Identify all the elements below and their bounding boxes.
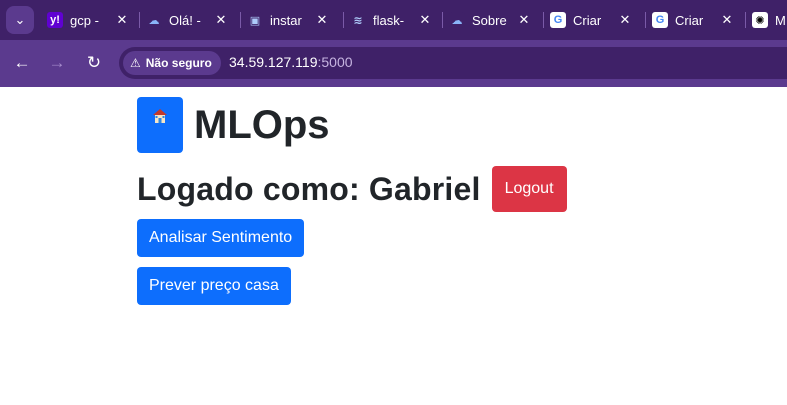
- browser-tab[interactable]: ✺ M: [752, 6, 787, 34]
- tab-title: instar: [270, 12, 302, 28]
- tab-separator: [745, 12, 746, 28]
- house-icon: [153, 109, 167, 123]
- google-icon: G: [652, 12, 668, 28]
- url-text[interactable]: 34.59.127.119:5000: [229, 54, 353, 70]
- url-port: :5000: [317, 54, 353, 70]
- tab-separator: [240, 12, 241, 28]
- yahoo-icon: y!: [47, 12, 63, 28]
- openai-icon: ✺: [752, 12, 768, 28]
- logout-button[interactable]: Logout: [491, 166, 567, 212]
- home-button[interactable]: [137, 97, 183, 153]
- forward-button[interactable]: →: [44, 50, 70, 76]
- tab-separator: [645, 12, 646, 28]
- logged-user-label: Logado como: Gabriel: [137, 170, 481, 207]
- user-status: Logado como: Gabriel Logout: [137, 166, 567, 212]
- tab-strip: ⌄ y! gcp - ✕ ☁ Olá! - ✕ ▣ instar ✕ ≋ flask- ✕ ☁ Sobre…: [0, 0, 787, 40]
- tab-title: Sobre: [472, 12, 507, 28]
- tab-separator: [543, 12, 544, 28]
- arrow-left-icon: ←: [13, 53, 31, 72]
- tab-title: Criar: [675, 12, 704, 28]
- layers-icon: ≋: [350, 12, 366, 28]
- browser-tab[interactable]: ☁ Sobre ✕: [449, 6, 532, 34]
- close-icon[interactable]: ✕: [417, 12, 433, 28]
- browser-tab[interactable]: ▣ instar ✕: [247, 6, 330, 34]
- brand-header: MLOps: [137, 97, 330, 153]
- tab-title: Criar: [573, 12, 602, 28]
- browser-tab[interactable]: y! gcp - ✕: [47, 6, 130, 34]
- close-icon[interactable]: ✕: [213, 12, 229, 28]
- browser-tab[interactable]: G Criar ✕: [652, 6, 735, 34]
- close-icon[interactable]: ✕: [516, 12, 532, 28]
- reload-button[interactable]: ↻: [81, 50, 107, 76]
- browser-chrome: ⌄ y! gcp - ✕ ☁ Olá! - ✕ ▣ instar ✕ ≋ flask- ✕ ☁ Sobre…: [0, 0, 787, 87]
- browser-tab[interactable]: ≋ flask- ✕: [350, 6, 433, 34]
- chevron-down-icon: ⌄: [14, 12, 26, 27]
- tab-title: Olá! -: [169, 12, 201, 28]
- predict-house-price-button[interactable]: Prever preço casa: [137, 267, 291, 305]
- close-icon[interactable]: ✕: [314, 12, 330, 28]
- security-label: Não seguro: [145, 56, 212, 70]
- page-content: MLOps Logado como: Gabriel Logout Analis…: [0, 87, 787, 405]
- tab-separator: [442, 12, 443, 28]
- url-host: 34.59.127.119: [229, 54, 318, 70]
- browser-tab[interactable]: G Criar ✕: [550, 6, 633, 34]
- tab-title: gcp -: [70, 12, 99, 28]
- arrow-right-icon: →: [48, 53, 66, 72]
- reload-icon: ↻: [86, 53, 102, 72]
- google-cloud-icon: ☁: [146, 12, 162, 28]
- google-cloud-icon: ☁: [449, 12, 465, 28]
- tab-separator: [139, 12, 140, 28]
- browser-toolbar: ← → ↻ ⚠ Não seguro 34.59.127.119:5000: [0, 40, 787, 87]
- page-title: MLOps: [194, 102, 330, 147]
- analyze-sentiment-button[interactable]: Analisar Sentimento: [137, 219, 305, 257]
- tab-search-button[interactable]: ⌄: [6, 6, 34, 34]
- back-button[interactable]: ←: [9, 50, 35, 76]
- compute-engine-icon: ▣: [247, 12, 263, 28]
- close-icon[interactable]: ✕: [719, 12, 735, 28]
- google-icon: G: [550, 12, 566, 28]
- close-icon[interactable]: ✕: [617, 12, 633, 28]
- address-bar[interactable]: ⚠ Não seguro 34.59.127.119:5000: [119, 47, 787, 79]
- security-indicator[interactable]: ⚠ Não seguro: [123, 51, 221, 75]
- browser-tab[interactable]: ☁ Olá! - ✕: [146, 6, 229, 34]
- tab-separator: [343, 12, 344, 28]
- close-icon[interactable]: ✕: [114, 12, 130, 28]
- tab-title: M: [775, 12, 786, 28]
- warning-icon: ⚠: [130, 56, 141, 70]
- tab-title: flask-: [373, 12, 405, 28]
